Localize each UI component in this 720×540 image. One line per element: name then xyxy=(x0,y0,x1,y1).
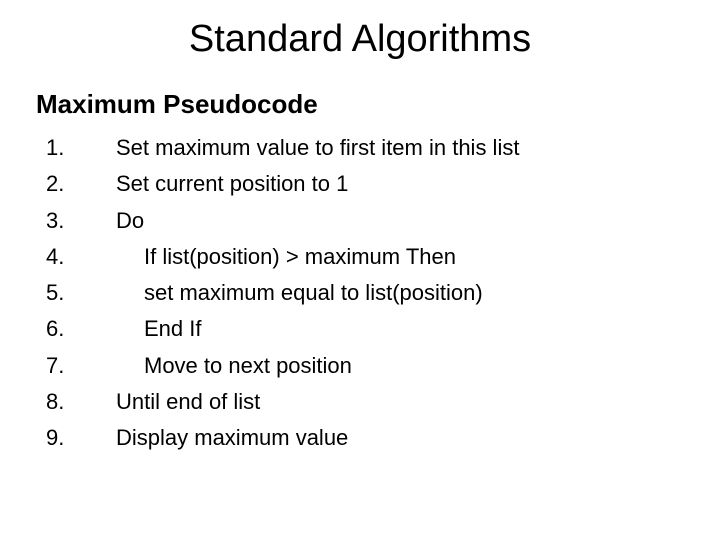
list-item: 5. set maximum equal to list(position) xyxy=(46,275,690,311)
line-number: 3. xyxy=(46,203,116,239)
line-text: Display maximum value xyxy=(116,420,690,456)
line-number: 2. xyxy=(46,166,116,202)
line-text: Move to next position xyxy=(116,348,690,384)
line-text: End If xyxy=(116,311,690,347)
list-item: 9. Display maximum value xyxy=(46,420,690,456)
line-number: 4. xyxy=(46,239,116,275)
line-number: 9. xyxy=(46,420,116,456)
line-number: 6. xyxy=(46,311,116,347)
list-item: 3. Do xyxy=(46,203,690,239)
slide-title: Standard Algorithms xyxy=(0,0,720,61)
line-text: Until end of list xyxy=(116,384,690,420)
list-item: 6. End If xyxy=(46,311,690,347)
line-number: 7. xyxy=(46,348,116,384)
slide-subtitle: Maximum Pseudocode xyxy=(36,89,720,120)
line-text: Set maximum value to first item in this … xyxy=(116,130,690,166)
line-text: Set current position to 1 xyxy=(116,166,690,202)
list-item: 4. If list(position) > maximum Then xyxy=(46,239,690,275)
line-text: If list(position) > maximum Then xyxy=(116,239,690,275)
line-text: set maximum equal to list(position) xyxy=(116,275,690,311)
list-item: 1. Set maximum value to first item in th… xyxy=(46,130,690,166)
list-item: 7. Move to next position xyxy=(46,348,690,384)
line-number: 1. xyxy=(46,130,116,166)
line-number: 8. xyxy=(46,384,116,420)
list-item: 2. Set current position to 1 xyxy=(46,166,690,202)
slide: Standard Algorithms Maximum Pseudocode 1… xyxy=(0,0,720,540)
pseudocode-list: 1. Set maximum value to first item in th… xyxy=(46,130,690,457)
line-text: Do xyxy=(116,203,690,239)
line-number: 5. xyxy=(46,275,116,311)
list-item: 8. Until end of list xyxy=(46,384,690,420)
